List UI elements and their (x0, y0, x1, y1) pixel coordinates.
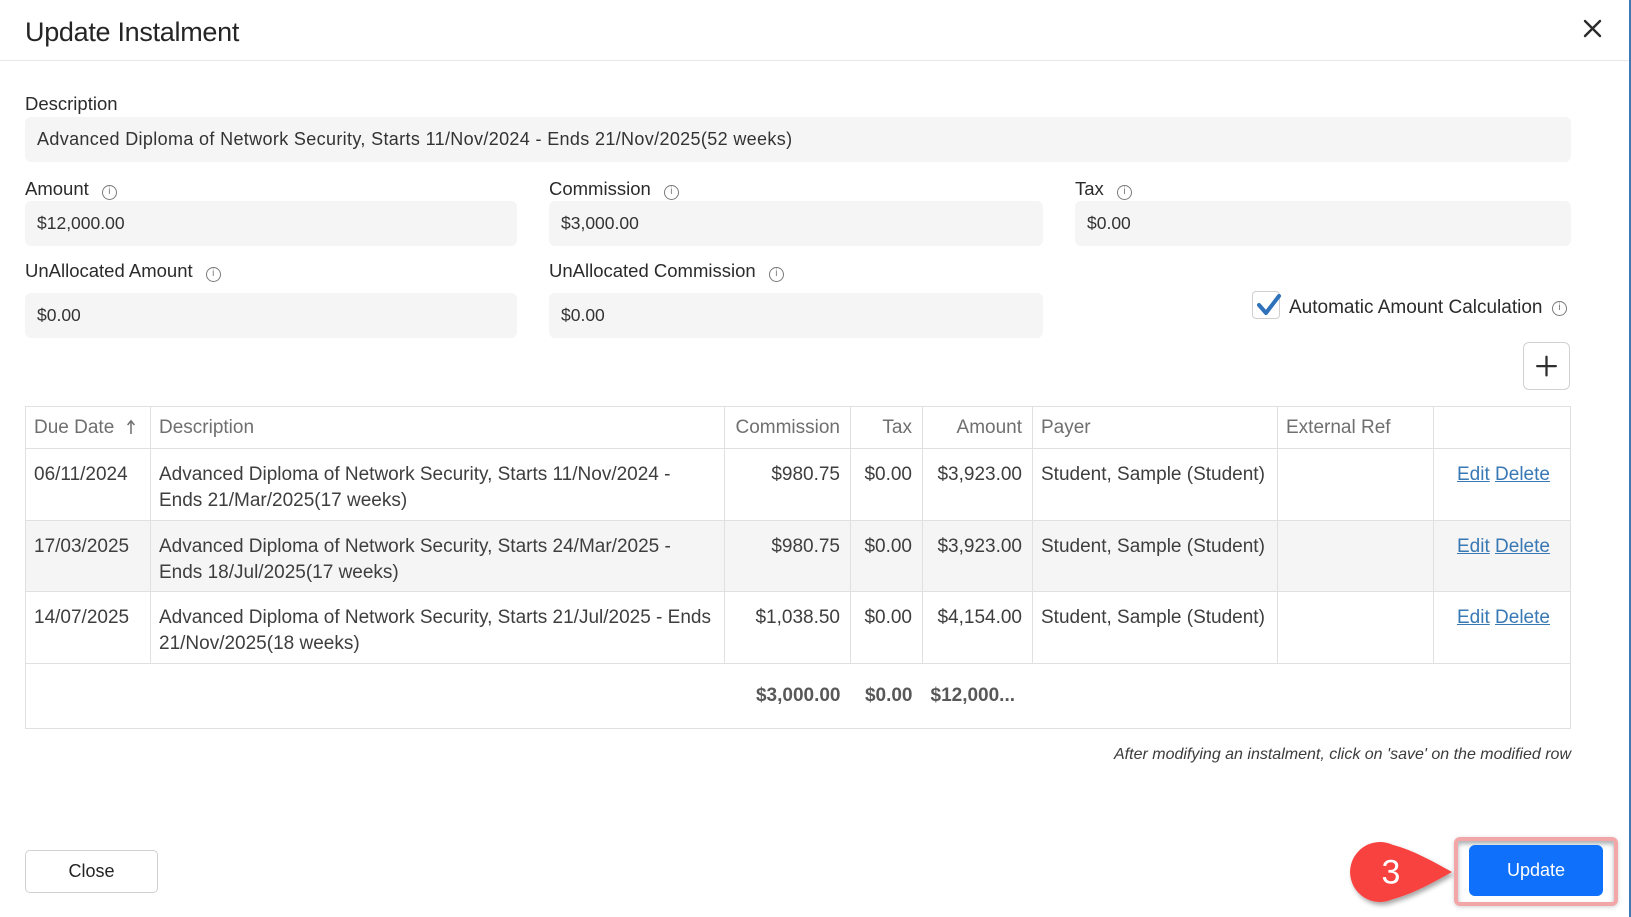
svg-text:3: 3 (1382, 854, 1401, 892)
